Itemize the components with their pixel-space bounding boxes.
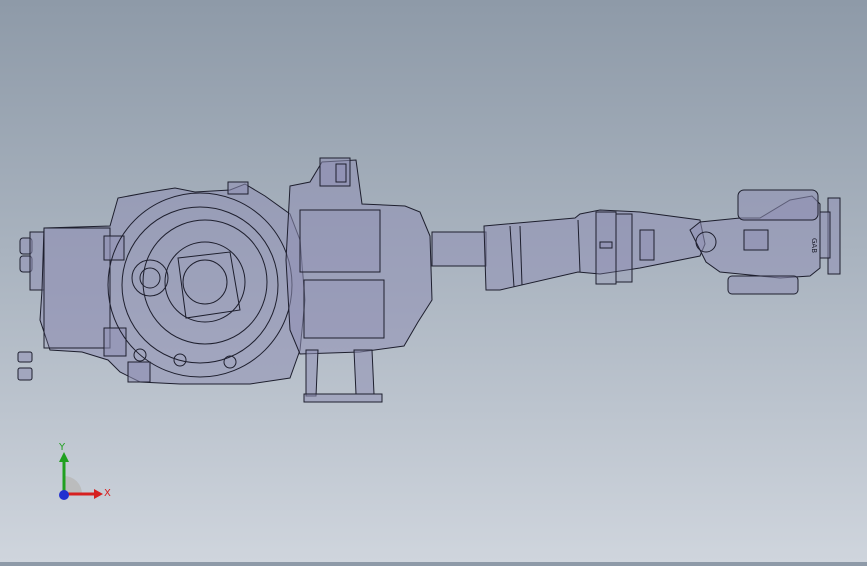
x-axis-label: X bbox=[104, 488, 111, 499]
wrist-marking: GAB bbox=[810, 238, 818, 253]
axis-triad: Y X bbox=[40, 438, 120, 518]
robot-arm-model[interactable]: GAB bbox=[0, 0, 867, 562]
z-axis-dot bbox=[59, 490, 69, 500]
shoulder-support bbox=[303, 349, 383, 403]
y-axis-label: Y bbox=[58, 442, 66, 453]
y-axis-head bbox=[59, 452, 69, 462]
shoulder-housing bbox=[285, 157, 433, 355]
graphics-viewport[interactable]: GAB bbox=[0, 0, 867, 562]
forearm bbox=[431, 209, 706, 291]
base-connectors bbox=[17, 231, 45, 381]
x-axis-head bbox=[94, 489, 103, 499]
